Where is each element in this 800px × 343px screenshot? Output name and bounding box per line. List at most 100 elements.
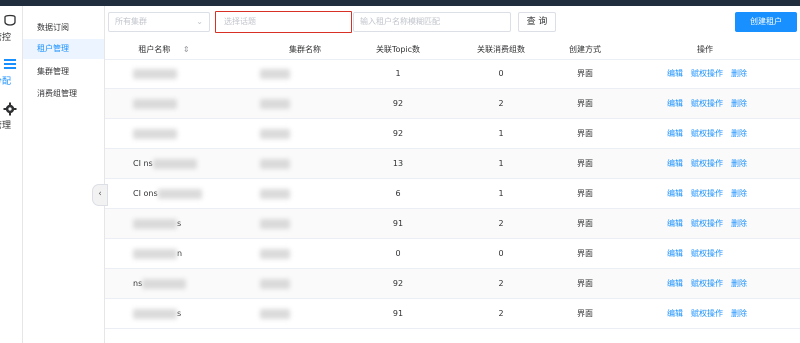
grant-permission-link[interactable]: 赋权操作 (691, 69, 723, 78)
edit-link[interactable]: 编辑 (667, 189, 683, 198)
redacted-cluster-name (260, 68, 290, 79)
edit-link[interactable]: 编辑 (667, 99, 683, 108)
cell-tenant-name (133, 89, 223, 118)
edit-link[interactable]: 编辑 (667, 219, 683, 228)
column-header-tenant-name[interactable]: 租户名称 ⇕ (105, 40, 223, 59)
table-row: s 91 2 界面 编辑 赋权操作 删除 (105, 209, 800, 239)
secondary-sidebar: 数据订阅 租户管理 集群管理 消费组管理 (23, 6, 105, 343)
create-tenant-button[interactable]: 创建租户 (735, 12, 797, 32)
cell-tenant-name: s (133, 209, 223, 238)
column-header-creation-mode: 创建方式 (569, 45, 601, 54)
main-content: 所有集群 ⌄ 选择话题 输入租户名称模糊匹配 查 询 创建租户 租户名称 ⇕ 集… (92, 6, 800, 343)
delete-link[interactable]: 删除 (731, 99, 747, 108)
table-row: 92 1 界面 编辑 赋权操作 删除 (105, 119, 800, 149)
submenu-item-data-subscription[interactable]: 数据订阅 (23, 18, 104, 38)
column-header-tenant-name-label: 租户名称 (138, 45, 171, 54)
grant-permission-link[interactable]: 赋权操作 (691, 99, 723, 108)
delete-link[interactable]: 删除 (731, 69, 747, 78)
edit-link[interactable]: 编辑 (667, 249, 683, 258)
cell-cluster-name (255, 239, 295, 268)
redacted-cluster-name (260, 128, 290, 139)
delete-link[interactable]: 删除 (731, 189, 747, 198)
cell-topic-count: 1 (395, 69, 401, 78)
submenu-item-tenant-management[interactable]: 租户管理 (23, 39, 104, 59)
cell-topic-count: 6 (395, 189, 401, 198)
grant-permission-link[interactable]: 赋权操作 (691, 159, 723, 168)
redacted-cluster-name (260, 278, 290, 289)
redacted-tenant-name (133, 98, 177, 109)
cell-cluster-name (255, 299, 295, 328)
delete-link[interactable]: 删除 (731, 129, 747, 138)
menu-icon (2, 58, 18, 72)
cell-tenant-name: CI ons (133, 179, 223, 208)
edit-link[interactable]: 编辑 (667, 129, 683, 138)
tenant-name-text: CI ons (133, 189, 158, 198)
cell-creation-mode: 界面 (577, 159, 593, 168)
grant-permission-link[interactable]: 赋权操作 (691, 189, 723, 198)
column-header-actions: 操作 (697, 45, 713, 54)
redacted-tenant-name (152, 158, 197, 169)
chevron-down-icon: ⌄ (196, 17, 203, 26)
search-button[interactable]: 查 询 (518, 12, 556, 32)
cell-creation-mode: 界面 (577, 219, 593, 228)
edit-link[interactable]: 编辑 (667, 309, 683, 318)
redacted-tenant-name (133, 128, 177, 139)
cell-cluster-name (255, 179, 295, 208)
redacted-cluster-name (260, 308, 290, 319)
redacted-tenant-name (142, 278, 187, 289)
cell-consumer-group-count: 0 (498, 249, 504, 258)
edit-link[interactable]: 编辑 (667, 159, 683, 168)
cell-consumer-group-count: 2 (498, 99, 504, 108)
cell-cluster-name (255, 209, 295, 238)
sort-icon[interactable]: ⇕ (183, 45, 190, 54)
cell-creation-mode: 界面 (577, 249, 593, 258)
edit-link[interactable]: 编辑 (667, 69, 683, 78)
table-row: n 0 0 界面 编辑 赋权操作 (105, 239, 800, 269)
cell-cluster-name (255, 89, 295, 118)
delete-link[interactable]: 删除 (731, 309, 747, 318)
grant-permission-link[interactable]: 赋权操作 (691, 129, 723, 138)
topic-select[interactable]: 选择话题 (215, 11, 352, 33)
collapse-sidebar-button[interactable]: ‹ (92, 184, 108, 206)
submenu-item-cluster-management[interactable]: 集群管理 (23, 62, 104, 82)
cell-cluster-name (255, 119, 295, 148)
table-row: s 91 2 界面 编辑 赋权操作 删除 (105, 299, 800, 329)
primary-sidebar: 管控 分配 管理 (0, 6, 23, 343)
topic-select-placeholder: 选择话题 (224, 17, 256, 26)
cluster-select[interactable]: 所有集群 ⌄ (108, 12, 210, 32)
cell-consumer-group-count: 1 (498, 159, 504, 168)
grant-permission-link[interactable]: 赋权操作 (691, 309, 723, 318)
table-row: CI ons 6 1 界面 编辑 赋权操作 删除 (105, 179, 800, 209)
cell-topic-count: 92 (392, 99, 404, 108)
tenant-name-search-input[interactable]: 输入租户名称模糊匹配 (353, 12, 511, 32)
delete-link[interactable]: 删除 (731, 279, 747, 288)
cell-actions: 编辑 赋权操作 删除 (667, 119, 755, 148)
cell-topic-count: 91 (392, 309, 404, 318)
redacted-cluster-name (260, 188, 290, 199)
delete-link[interactable]: 删除 (731, 219, 747, 228)
cell-consumer-group-count: 1 (498, 189, 504, 198)
cell-tenant-name: n (133, 239, 223, 268)
redacted-tenant-name (133, 248, 177, 259)
cell-topic-count: 13 (392, 159, 404, 168)
cell-creation-mode: 界面 (577, 99, 593, 108)
grant-permission-link[interactable]: 赋权操作 (691, 249, 723, 258)
cell-actions: 编辑 赋权操作 (667, 239, 731, 268)
cell-cluster-name (255, 149, 295, 178)
edit-link[interactable]: 编辑 (667, 279, 683, 288)
cell-tenant-name: s (133, 299, 223, 328)
cell-consumer-group-count: 2 (498, 309, 504, 318)
grant-permission-link[interactable]: 赋权操作 (691, 219, 723, 228)
tenant-name-text: n (177, 249, 183, 258)
submenu-item-consumer-group-management[interactable]: 消费组管理 (23, 84, 104, 104)
column-header-topic-count: 关联Topic数 (375, 45, 421, 54)
cell-consumer-group-count: 1 (498, 129, 504, 138)
cell-tenant-name: CI ns (133, 149, 223, 178)
cell-creation-mode: 界面 (577, 279, 593, 288)
grant-permission-link[interactable]: 赋权操作 (691, 279, 723, 288)
delete-link[interactable]: 删除 (731, 159, 747, 168)
table-row: CI ns 13 1 界面 编辑 赋权操作 删除 (105, 149, 800, 179)
cell-topic-count: 92 (392, 129, 404, 138)
gear-icon (2, 102, 18, 116)
cell-actions: 编辑 赋权操作 删除 (667, 59, 755, 88)
